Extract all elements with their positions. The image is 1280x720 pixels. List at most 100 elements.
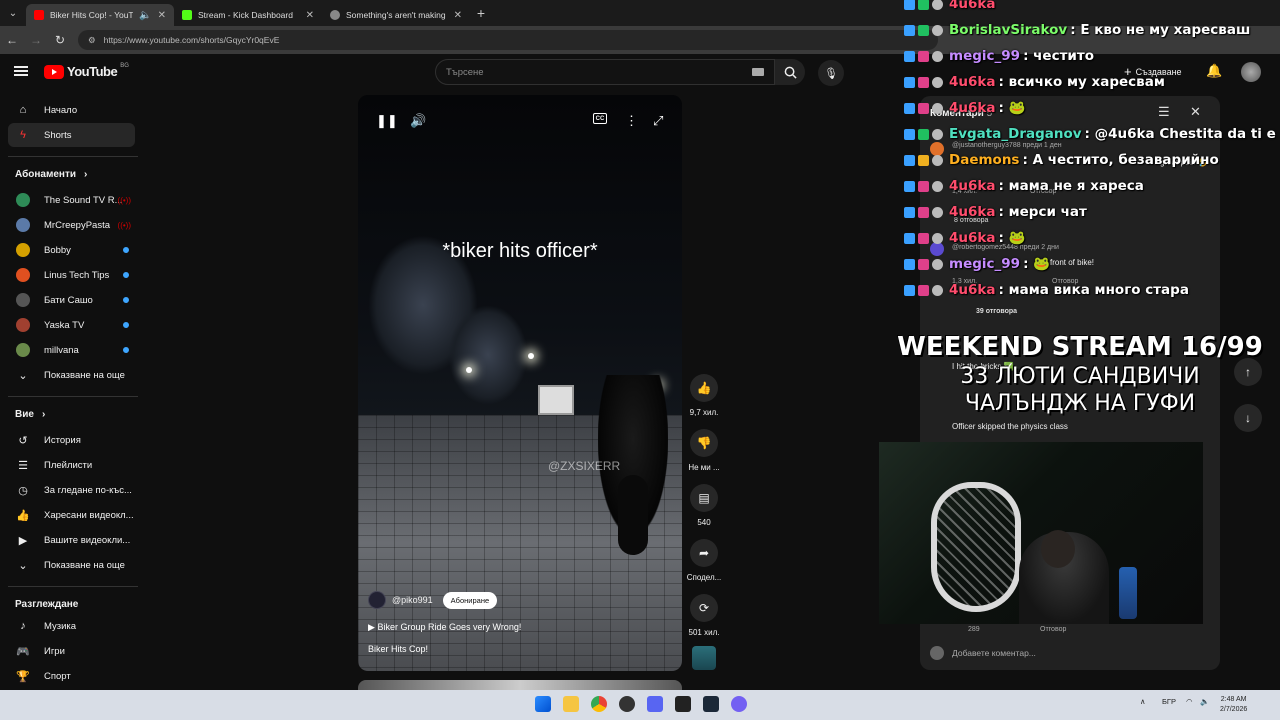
sidebar-item-playlists[interactable]: ☰ Плейлисти [8, 453, 135, 477]
tab-kick[interactable]: Stream - Kick Dashboard ✕ [174, 4, 322, 26]
sidebar-item-liked[interactable]: 👍 Харесани видеокл... [8, 503, 135, 527]
reply-button[interactable]: Отговор [1040, 626, 1066, 633]
like-button[interactable]: 👍 9,7 хил. [682, 374, 726, 417]
close-tab-icon[interactable]: ✕ [454, 10, 462, 21]
subscriptions-heading[interactable]: Абонаменти › [15, 169, 87, 180]
reload-icon[interactable]: ↻ [48, 33, 72, 47]
start-icon[interactable] [535, 696, 551, 712]
avatar [930, 646, 944, 660]
share-button[interactable]: ➦ Сподел... [682, 539, 726, 582]
playlist-link[interactable]: ▶ Biker Group Ride Goes very Wrong! [368, 622, 521, 633]
volume-icon[interactable]: 🔈 [1200, 697, 1209, 706]
wifi-icon[interactable]: ◠ [1186, 697, 1193, 706]
playlist-icon: ☰ [18, 459, 28, 472]
sidebar-item-history[interactable]: ↺ История [8, 428, 135, 452]
sidebar-item-home[interactable]: ⌂ Начало [8, 98, 135, 122]
chevron-down-icon: ⌄ [18, 369, 28, 382]
sidebar-item-show-more[interactable]: ⌄ Показване на още [8, 363, 135, 387]
pause-icon[interactable]: ❚❚ [376, 113, 398, 129]
language-indicator[interactable]: БГР [1162, 697, 1176, 706]
sidebar-item-subscription[interactable]: Бати Сашо [8, 288, 135, 312]
youtube-logo[interactable]: YouTube BG [44, 63, 129, 79]
voice-search-button[interactable]: 🎙 [818, 60, 844, 86]
mute-tab-icon[interactable]: 🔈 [139, 10, 151, 21]
you-heading[interactable]: Вие › [15, 409, 45, 420]
badge-icon [904, 128, 915, 140]
sidebar-item-label: Спорт [44, 670, 71, 682]
search-button[interactable] [775, 59, 805, 85]
sidebar-item-label: Игри [44, 645, 65, 657]
chat-username: Daemons [949, 152, 1020, 168]
channel-name: MrCreepyPasta [44, 219, 110, 231]
discord-icon[interactable] [647, 696, 663, 712]
chat-username: BorislavSirakov [949, 22, 1068, 38]
obs-icon[interactable] [619, 696, 635, 712]
sidebar-item-shorts[interactable]: ϟ Shorts [8, 123, 135, 147]
viber-icon[interactable] [731, 696, 747, 712]
comment-likes: 289 [968, 626, 980, 633]
sidebar-item-music[interactable]: ♪ Музика [8, 614, 135, 638]
chat-username: 4u6ka [949, 100, 996, 116]
subscribe-button[interactable]: Абониране [442, 591, 498, 609]
channel-avatar[interactable] [368, 591, 386, 609]
dislike-button[interactable]: 👎 Не ми ... [682, 429, 726, 472]
shorts-player[interactable]: ❚❚ 🔊 CC ⋮ ⤢ *biker hits officer* @ZXSIXE… [358, 95, 682, 671]
keyboard-icon[interactable] [752, 68, 764, 76]
menu-icon[interactable] [14, 66, 28, 76]
volume-icon[interactable]: 🔊 [410, 113, 426, 129]
site-info-icon[interactable]: ⚙ [88, 35, 96, 46]
sidebar-item-subscription[interactable]: Bobby [8, 238, 135, 262]
sidebar-item-label: Shorts [44, 129, 72, 141]
new-content-dot [123, 347, 129, 353]
comment-icon: ▤ [690, 484, 718, 512]
video-scenery [528, 353, 534, 359]
sound-thumbnail[interactable] [692, 646, 716, 670]
back-icon[interactable]: ← [0, 33, 24, 47]
replies-toggle[interactable]: 39 отговора [976, 308, 1017, 315]
tab-youtube[interactable]: Biker Hits Cop! - YouTube 🔈 ✕ [26, 4, 174, 26]
fullscreen-icon[interactable]: ⤢ [653, 113, 663, 129]
video-scenery [448, 305, 528, 405]
sidebar-item-subscription[interactable]: MrCreepyPasta ((•)) [8, 213, 135, 237]
search-input[interactable]: Търсене [435, 59, 775, 85]
forward-icon[interactable]: → [24, 33, 48, 47]
remix-button[interactable]: ⟳ 501 хил. [682, 594, 726, 637]
live-icon: ((•)) [117, 220, 131, 230]
clock-time: 2:48 AM [1220, 696, 1247, 703]
channel-handle[interactable]: @piko991 [392, 595, 433, 605]
system-clock[interactable]: 2:48 AM 2/7/2026 [1220, 695, 1247, 715]
sidebar-item-your-videos[interactable]: ▶ Вашите видеокли... [8, 528, 135, 552]
heading-label: Разглеждане [15, 599, 79, 610]
url-field[interactable]: ⚙ https://www.youtube.com/shorts/GqycYr0… [78, 30, 938, 50]
channel-name: Bobby [44, 244, 71, 256]
tab-search-button[interactable]: ⌄ [0, 0, 26, 26]
chat-message: megic_99: 🐸 [904, 256, 1050, 272]
sidebar-item-subscription[interactable]: Linus Tech Tips [8, 263, 135, 287]
new-content-dot [123, 272, 129, 278]
sidebar-item-subscription[interactable]: Yaska TV [8, 313, 135, 337]
badge-icon [904, 284, 915, 296]
sidebar-item-show-more[interactable]: ⌄ Показване на още [8, 553, 135, 577]
steam-icon[interactable] [703, 696, 719, 712]
captions-icon[interactable]: CC [593, 113, 607, 124]
sidebar-item-watch-later[interactable]: ◷ За гледане по-къс... [8, 478, 135, 502]
more-options-icon[interactable]: ⋮ [625, 113, 638, 129]
chat-username: megic_99 [949, 48, 1021, 64]
close-tab-icon[interactable]: ✕ [158, 10, 166, 21]
terminal-icon[interactable] [675, 696, 691, 712]
tray-arrow-icon[interactable]: ∧ [1140, 697, 1146, 706]
file-explorer-icon[interactable] [563, 696, 579, 712]
tab-other[interactable]: Something's aren't making sen ✕ [322, 4, 470, 26]
next-short-preview[interactable] [358, 680, 682, 690]
sidebar-item-gaming[interactable]: 🎮 Игри [8, 639, 135, 663]
sidebar-item-sports[interactable]: 🏆 Спорт [8, 664, 135, 688]
chat-message: 4u6ka: мерси чат [904, 204, 1087, 220]
comments-button[interactable]: ▤ 540 [682, 484, 726, 527]
new-tab-button[interactable]: + [470, 5, 492, 21]
close-tab-icon[interactable]: ✕ [306, 10, 314, 21]
history-icon: ↺ [18, 434, 28, 447]
sidebar-item-subscription[interactable]: The Sound TV R... ((•)) [8, 188, 135, 212]
chrome-icon[interactable] [591, 696, 607, 712]
add-comment-input[interactable]: Добавете коментар... [952, 648, 1036, 658]
sidebar-item-subscription[interactable]: millvana [8, 338, 135, 362]
